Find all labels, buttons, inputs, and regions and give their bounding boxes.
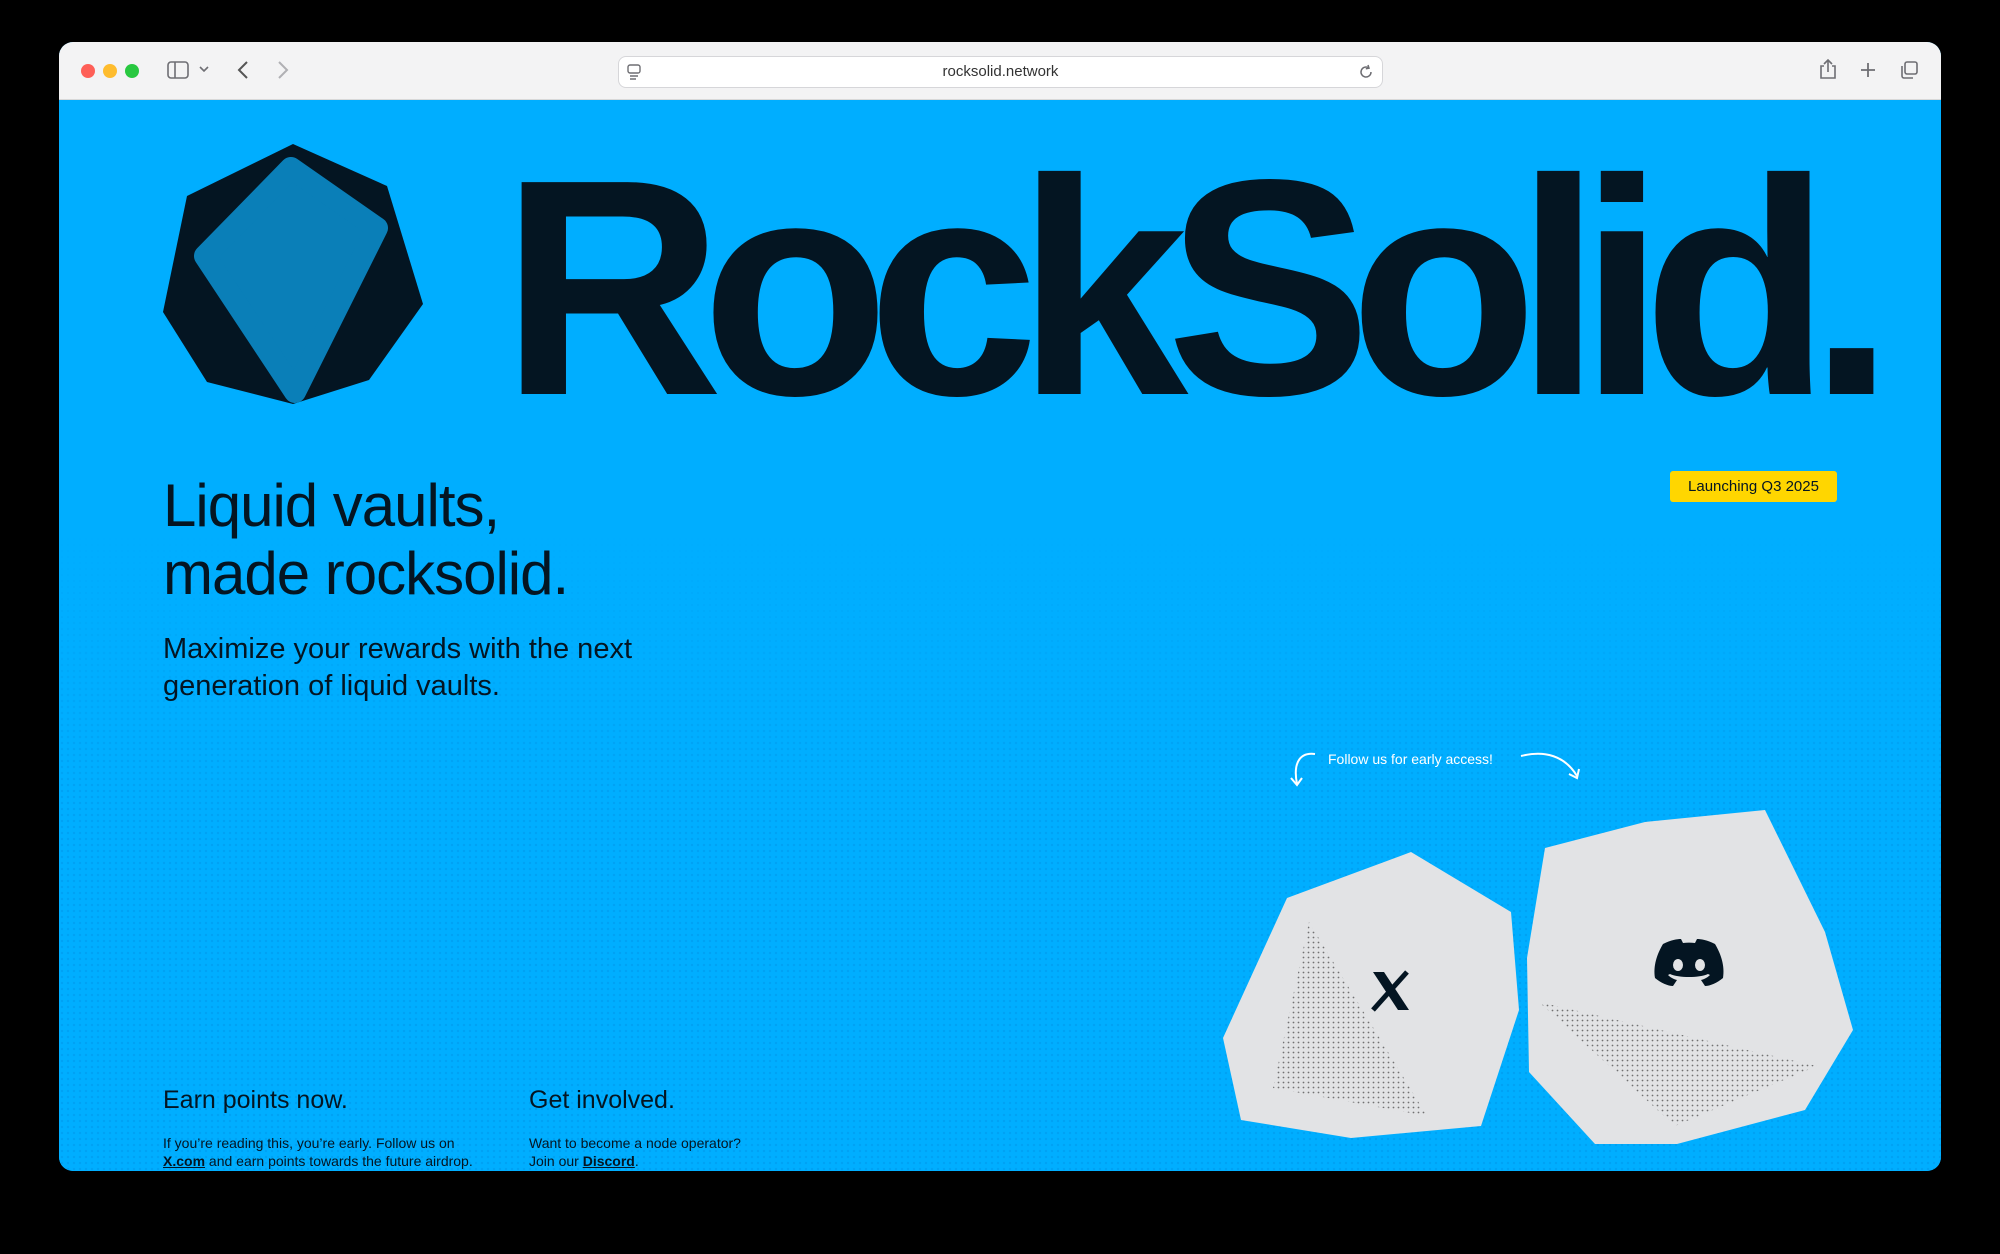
hero-subhead: Maximize your rewards with the next gene…: [163, 633, 632, 702]
forward-icon[interactable]: [277, 60, 289, 80]
curved-arrow-left-icon: [1290, 752, 1316, 787]
x-com-link[interactable]: X.com: [163, 1153, 205, 1169]
earn-points-text-end: and earn points towards the future airdr…: [205, 1153, 473, 1169]
chevron-down-icon[interactable]: [199, 66, 209, 74]
sidebar-toggle-icon[interactable]: [167, 61, 189, 79]
headline-line-2: made rocksolid.: [163, 540, 569, 607]
back-icon[interactable]: [237, 60, 249, 80]
earn-points-title: Earn points now.: [163, 1086, 348, 1114]
discord-link[interactable]: Discord: [583, 1153, 635, 1169]
browser-toolbar: rocksolid.network: [59, 42, 1941, 100]
share-icon[interactable]: [1819, 58, 1837, 80]
get-involved-text-start: Want to become a node operator?: [529, 1135, 741, 1151]
get-involved-text: Want to become a node operator? Join our…: [529, 1134, 909, 1170]
headline-line-1: Liquid vaults,: [163, 472, 500, 539]
browser-window: rocksolid.network RockSolid. Launching Q…: [59, 42, 1941, 1171]
get-involved-title: Get involved.: [529, 1086, 675, 1114]
earn-points-text: If you’re reading this, you’re early. Fo…: [163, 1134, 543, 1170]
follow-prompt: Follow us for early access!: [1328, 751, 1493, 767]
launch-badge: Launching Q3 2025: [1670, 471, 1837, 502]
close-window-button[interactable]: [81, 64, 95, 78]
page-content: RockSolid. Launching Q3 2025 Liquid vaul…: [59, 100, 1941, 1171]
x-social-link[interactable]: [1221, 850, 1521, 1140]
reload-icon[interactable]: [1358, 64, 1374, 80]
earn-points-text-start: If you’re reading this, you’re early. Fo…: [163, 1135, 455, 1151]
brand-wordmark: RockSolid.: [501, 116, 1895, 460]
get-involved-text-end: .: [634, 1153, 639, 1169]
maximize-window-button[interactable]: [125, 64, 139, 78]
curved-arrow-right-icon: [1520, 752, 1580, 780]
url-text: rocksolid.network: [942, 63, 1059, 80]
rocksolid-logo-icon: [163, 144, 423, 404]
tab-overview-icon[interactable]: [1899, 60, 1919, 80]
minimize-window-button[interactable]: [103, 64, 117, 78]
new-tab-icon[interactable]: [1859, 61, 1877, 79]
get-involved-text-mid: Join our: [529, 1153, 583, 1169]
hero-headline: Liquid vaults, made rocksolid.: [163, 472, 569, 608]
address-bar[interactable]: rocksolid.network: [618, 56, 1383, 88]
discord-social-link[interactable]: [1525, 808, 1855, 1146]
